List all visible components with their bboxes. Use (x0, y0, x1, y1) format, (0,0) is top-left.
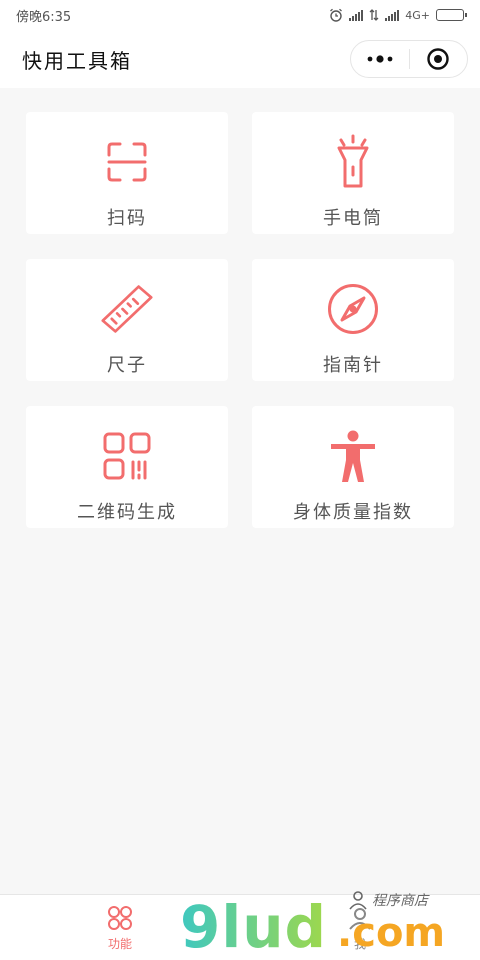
tool-label: 指南针 (323, 355, 383, 376)
tool-label: 二维码生成 (77, 502, 177, 523)
mini-program-capsule (350, 40, 468, 78)
tab-label: 功能 (107, 937, 132, 951)
tool-label: 身体质量指数 (293, 502, 413, 523)
watermark: 9lud .com 程序商店 (180, 888, 470, 960)
tool-label: 手电筒 (323, 208, 383, 229)
target-close-icon (427, 48, 449, 70)
alarm-icon (330, 8, 343, 22)
battery-icon (436, 9, 467, 21)
scan-icon (101, 136, 153, 188)
nav-bar: 快用工具箱 (0, 30, 480, 88)
tool-label: 尺子 (107, 355, 147, 376)
page-title: 快用工具箱 (22, 48, 132, 73)
data-transfer-icon (369, 9, 379, 21)
signal-icon (349, 9, 364, 21)
grid-circles-icon (108, 906, 132, 930)
tool-card-flashlight[interactable]: 手电筒 (252, 112, 454, 234)
watermark-suffix: .com (337, 910, 446, 956)
status-icons: 4G+ (329, 8, 467, 22)
tool-card-compass[interactable]: 指南针 (252, 259, 454, 381)
tool-card-ruler[interactable]: 尺子 (26, 259, 228, 381)
close-button[interactable] (410, 41, 468, 77)
watermark-tagline: 程序商店 (348, 890, 428, 910)
compass-icon (327, 283, 379, 335)
status-time: 傍晚6:35 (16, 9, 72, 25)
status-bar: 傍晚6:35 4G+ (0, 0, 480, 30)
watermark-tagline-text: 程序商店 (372, 893, 428, 909)
flashlight-icon (327, 134, 379, 188)
more-dots-icon (367, 55, 393, 63)
network-type: 4G+ (405, 8, 430, 22)
more-button[interactable] (351, 41, 409, 77)
tool-card-qrcode[interactable]: 二维码生成 (26, 406, 228, 528)
tool-card-bmi[interactable]: 身体质量指数 (252, 406, 454, 528)
tool-label: 扫码 (107, 208, 147, 229)
person-icon (327, 430, 379, 482)
tool-card-scan[interactable]: 扫码 (26, 112, 228, 234)
tool-grid: 扫码 手电筒 尺子 指南针 二维码生成 身体质量指数 (26, 112, 454, 528)
signal-icon-2 (385, 9, 400, 21)
qrcode-icon (101, 430, 153, 482)
watermark-person-icon (349, 891, 367, 910)
ruler-icon (101, 283, 153, 335)
watermark-brand: 9lud (180, 893, 328, 960)
